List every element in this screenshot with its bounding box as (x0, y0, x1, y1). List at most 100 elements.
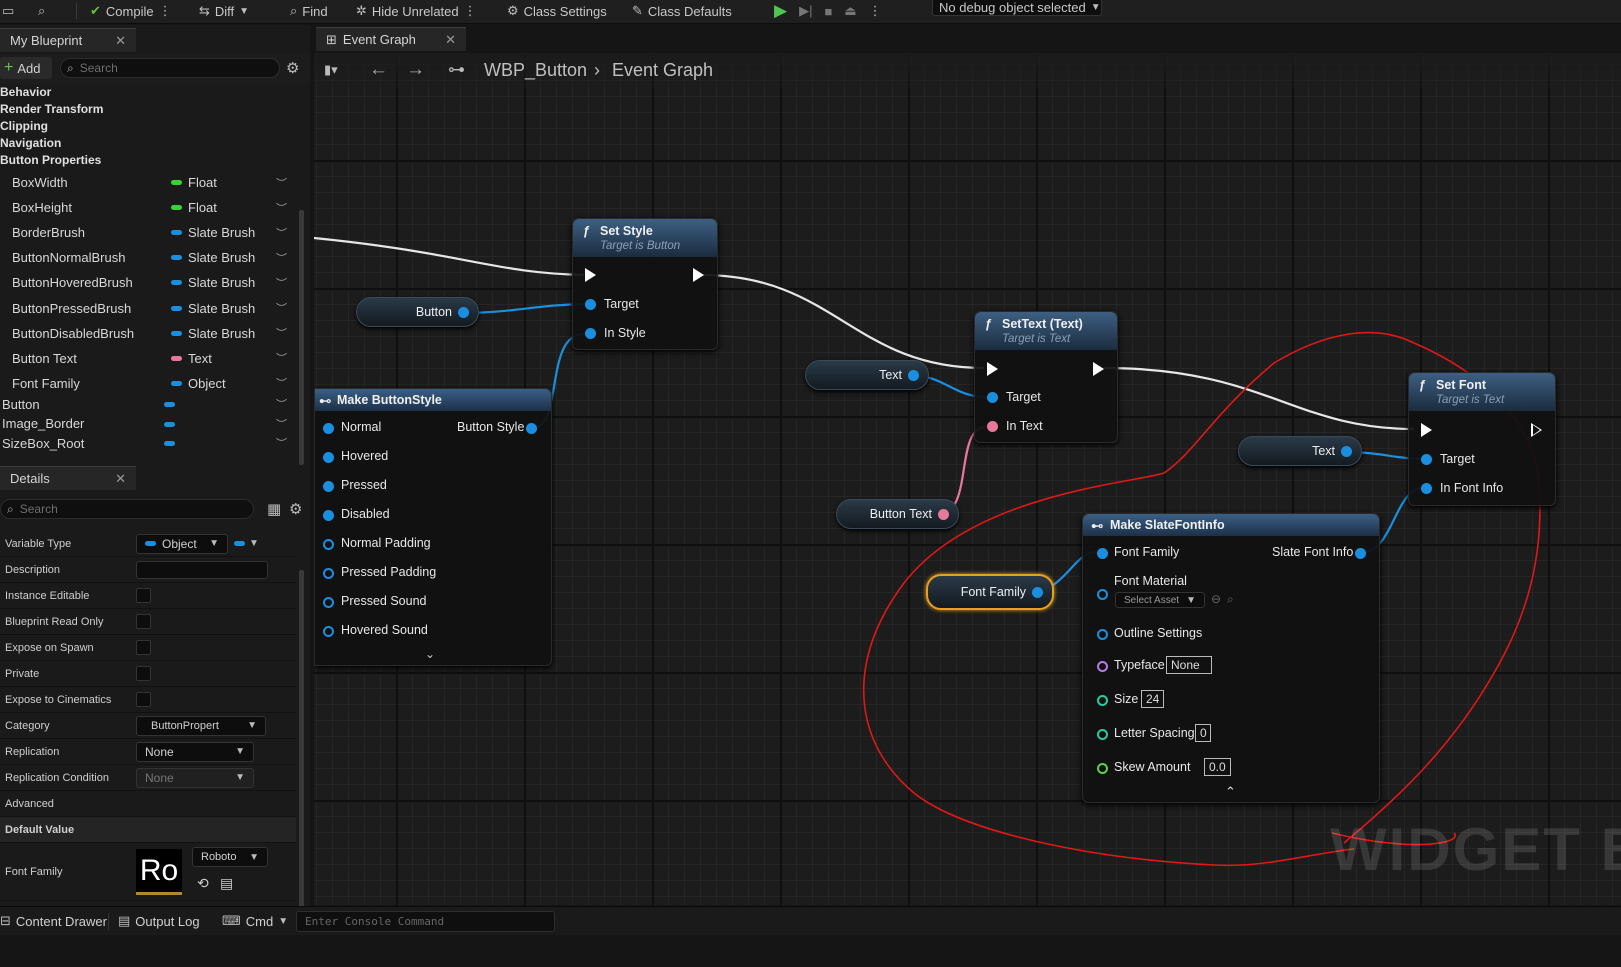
container-type-select[interactable]: ▼ (234, 538, 259, 549)
search-icon[interactable]: ⌕ (1227, 592, 1234, 607)
chevron-down-icon[interactable]: ⌄ (425, 647, 435, 661)
play-options-icon[interactable]: ⋮ (869, 3, 882, 19)
eye-closed-icon[interactable]: ︶ (276, 300, 287, 316)
size-pin[interactable] (1097, 695, 1108, 706)
output-pin[interactable] (1032, 587, 1043, 598)
variable-item[interactable]: ButtonNormalBrush Slate Brush ︶ (0, 245, 296, 270)
getter-text[interactable]: Text (805, 360, 929, 390)
target-pin[interactable] (987, 392, 998, 403)
eye-closed-icon[interactable]: ︶ (276, 200, 287, 216)
expose-to-cinematics-checkbox[interactable] (136, 692, 151, 707)
output-pin[interactable] (908, 370, 919, 381)
input-pin[interactable] (323, 539, 334, 550)
blueprint-read-only-checkbox[interactable] (136, 614, 151, 629)
variable-item[interactable]: BoxWidth Float ︶ (0, 170, 296, 195)
output-pin[interactable] (938, 509, 949, 520)
gear-icon[interactable]: ⚙ (289, 500, 302, 518)
widget-variable-item[interactable]: Image_Border ︶ (0, 414, 296, 434)
input-pin[interactable] (323, 510, 334, 521)
category-header[interactable]: Clipping (0, 119, 48, 133)
category-header[interactable]: Button Properties (0, 153, 101, 167)
exec-in-pin[interactable] (987, 362, 998, 376)
eye-closed-icon[interactable]: ︶ (276, 416, 287, 432)
console-command-input[interactable]: Enter Console Command (296, 911, 555, 932)
stop-icon[interactable]: ■ (824, 4, 832, 19)
variable-item[interactable]: Font Family Object ︶ (0, 371, 296, 396)
widget-variable-item[interactable]: Button ︶ (0, 394, 296, 414)
input-pin[interactable] (323, 452, 334, 463)
my-blueprint-search-input[interactable]: ⌕ Search (60, 58, 280, 78)
category-select[interactable]: ButtonPropert ▼ (136, 715, 266, 736)
slate-font-info-out-pin[interactable] (1355, 548, 1366, 559)
input-pin[interactable] (323, 597, 334, 608)
size-input[interactable]: 24 (1141, 690, 1164, 708)
instance-editable-checkbox[interactable] (136, 588, 151, 603)
target-pin[interactable] (585, 299, 596, 310)
debug-object-select[interactable]: No debug object selected ▼ (932, 0, 1102, 16)
font-asset-select[interactable]: Roboto ▼ (192, 847, 268, 867)
step-icon[interactable]: ▶| (799, 3, 812, 19)
output-pin[interactable] (1341, 446, 1352, 457)
category-header[interactable]: Render Transform (0, 102, 103, 116)
chevron-up-icon[interactable]: ⌃ (1225, 784, 1236, 800)
in-text-pin[interactable] (987, 421, 998, 432)
node-set-style[interactable]: ƒ Set Style Target is Button Target In S… (572, 218, 718, 350)
details-search-input[interactable]: ⌕ Search (0, 499, 254, 519)
gear-icon[interactable]: ⚙ (286, 59, 299, 77)
tab-my-blueprint[interactable]: My Blueprint ✕ (0, 28, 136, 52)
skew-amount-pin[interactable] (1097, 763, 1108, 774)
play-icon[interactable]: ▶ (774, 1, 787, 21)
button-style-out-pin[interactable] (526, 423, 537, 434)
node-make-slatefontinfo[interactable]: ⊷ Make SlateFontInfo Font Family Slate F… (1082, 513, 1380, 803)
variable-item[interactable]: BoxHeight Float ︶ (0, 195, 296, 220)
cmd-button[interactable]: ⌨ Cmd ▼ (222, 913, 288, 929)
replication-select[interactable]: None ▼ (136, 741, 254, 762)
variable-item[interactable]: ButtonHoveredBrush Slate Brush ︶ (0, 270, 296, 295)
variable-item[interactable]: BorderBrush Slate Brush ︶ (0, 220, 296, 245)
variable-item[interactable]: ButtonDisabledBrush Slate Brush ︶ (0, 321, 296, 346)
exec-out-pin[interactable] (693, 268, 704, 282)
input-pin[interactable] (323, 481, 334, 492)
my-blueprint-scrollbar[interactable] (299, 210, 304, 465)
default-value-header[interactable]: Default Value (0, 817, 296, 843)
node-settext[interactable]: ƒ SetText (Text) Target is Text Target I… (974, 311, 1118, 443)
output-log-button[interactable]: ▤ Output Log (118, 913, 200, 929)
eye-closed-icon[interactable]: ︶ (276, 225, 287, 241)
eye-closed-icon[interactable]: ︶ (276, 396, 287, 412)
description-input[interactable] (136, 560, 268, 579)
compile-options-icon[interactable]: ⋮ (159, 3, 172, 19)
getter-button-text[interactable]: Button Text (836, 499, 959, 529)
close-icon[interactable]: ✕ (115, 33, 126, 49)
font-thumbnail[interactable]: Ro (136, 849, 182, 895)
tab-details[interactable]: Details ✕ (0, 466, 136, 490)
save-icon[interactable]: ▭ (2, 0, 14, 22)
browse-folder-icon[interactable]: ▤ (220, 875, 233, 892)
node-make-buttonstyle[interactable]: ⊷ Make ButtonStyle Button Style Normal Ho… (314, 388, 552, 666)
eye-closed-icon[interactable]: ︶ (276, 350, 287, 366)
table-view-icon[interactable]: ▦ (267, 500, 281, 518)
variable-type-select[interactable]: Object ▼ (136, 533, 228, 554)
eye-closed-icon[interactable]: ︶ (276, 175, 287, 191)
diff-button[interactable]: ⇆ Diff ▼ (199, 0, 249, 22)
eject-icon[interactable]: ⏏ (844, 3, 856, 19)
private-checkbox[interactable] (136, 666, 151, 681)
variable-item[interactable]: Button Text Text ︶ (0, 346, 296, 371)
add-button[interactable]: + Add (0, 57, 52, 79)
advanced-row[interactable]: Advanced (0, 791, 296, 817)
tab-event-graph[interactable]: ⊞ Event Graph ✕ (316, 27, 466, 51)
skew-amount-input[interactable]: 0.0 (1204, 758, 1231, 776)
getter-font-family[interactable]: Font Family (926, 574, 1054, 610)
letter-spacing-pin[interactable] (1097, 729, 1108, 740)
variable-item[interactable]: ButtonPressedBrush Slate Brush ︶ (0, 296, 296, 321)
hide-unrelated-button[interactable]: ✲ Hide Unrelated ⋮ (356, 0, 477, 22)
hide-unrelated-options-icon[interactable]: ⋮ (464, 3, 477, 19)
category-header[interactable]: Behavior (0, 85, 51, 99)
output-pin[interactable] (458, 307, 469, 318)
category-header[interactable]: Navigation (0, 136, 61, 150)
font-material-pin[interactable] (1097, 589, 1108, 600)
reset-arrow-icon[interactable]: ⟲ (197, 875, 209, 892)
expose-on-spawn-checkbox[interactable] (136, 640, 151, 655)
find-button[interactable]: ⌕ Find (290, 0, 328, 22)
select-asset-dropdown[interactable]: Select Asset ▼ (1115, 592, 1205, 608)
typeface-input[interactable]: None (1166, 656, 1212, 674)
